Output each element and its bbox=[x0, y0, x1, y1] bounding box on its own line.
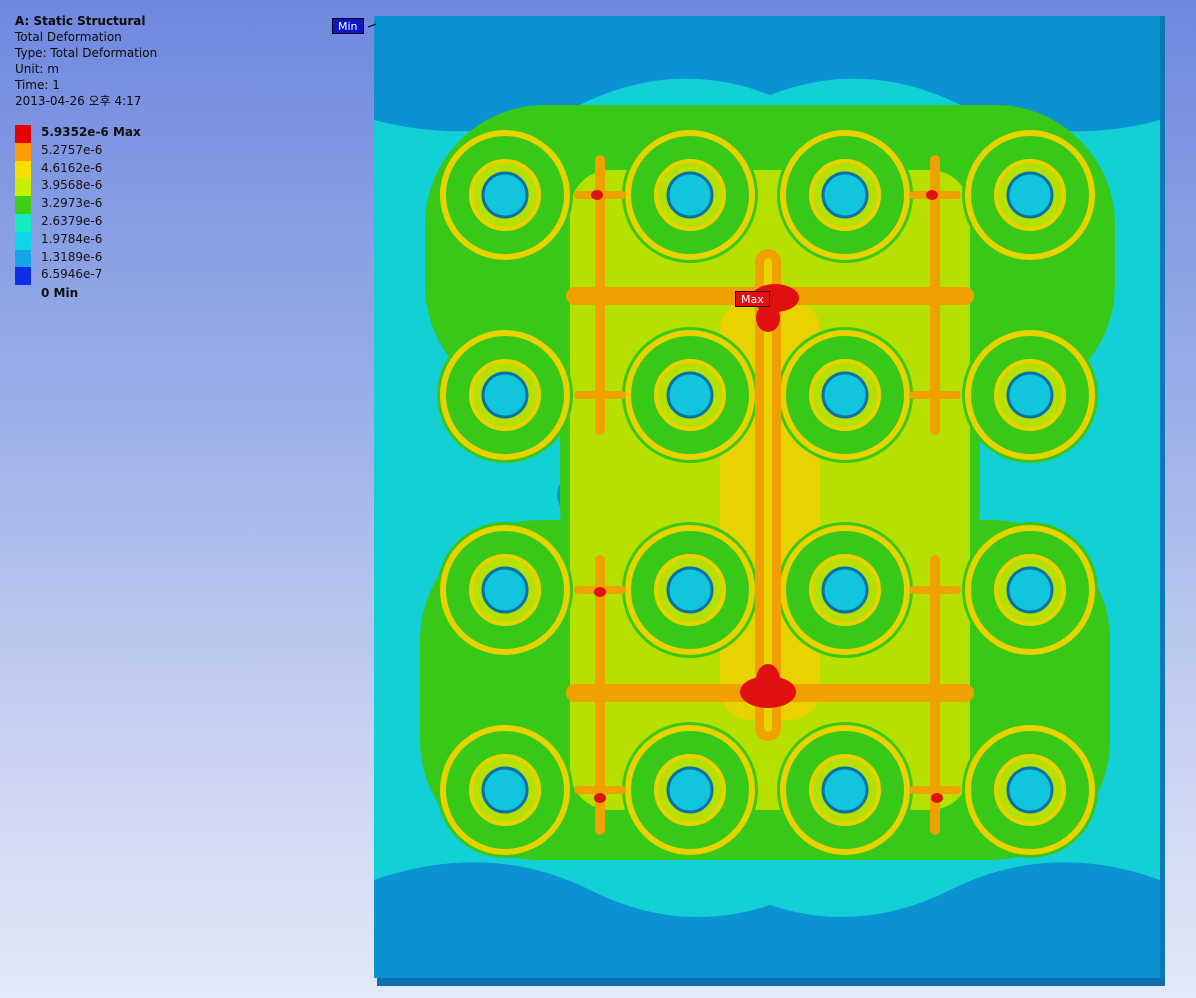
hotspot-gate bbox=[594, 793, 606, 803]
cavity-hub bbox=[481, 171, 529, 219]
cavity-hub bbox=[821, 171, 869, 219]
cavity-hub bbox=[1006, 766, 1054, 814]
hotspot-bottom-sprue bbox=[756, 664, 780, 696]
cavity-hub bbox=[821, 566, 869, 614]
cavity-hub bbox=[481, 766, 529, 814]
cavity-hub bbox=[481, 371, 529, 419]
hotspot-gate bbox=[594, 587, 606, 597]
hotspot-gate bbox=[591, 190, 603, 200]
cavity-hub bbox=[1006, 371, 1054, 419]
cavity-hub bbox=[666, 371, 714, 419]
max-probe-label[interactable]: Max bbox=[735, 291, 770, 307]
cavity-hub bbox=[1006, 171, 1054, 219]
hotspot-gate bbox=[931, 793, 943, 803]
cavity-hub bbox=[666, 566, 714, 614]
cavity-hub bbox=[821, 766, 869, 814]
deformation-contour-view[interactable] bbox=[0, 0, 1196, 998]
hotspot-gate bbox=[926, 190, 938, 200]
min-probe-label[interactable]: Min bbox=[332, 18, 364, 34]
cavity-hub bbox=[666, 766, 714, 814]
cavity-hub bbox=[666, 171, 714, 219]
cavity-hub bbox=[1006, 566, 1054, 614]
cavity-hub bbox=[821, 371, 869, 419]
cavity-hub bbox=[481, 566, 529, 614]
hotspot-top-sprue bbox=[756, 304, 780, 332]
